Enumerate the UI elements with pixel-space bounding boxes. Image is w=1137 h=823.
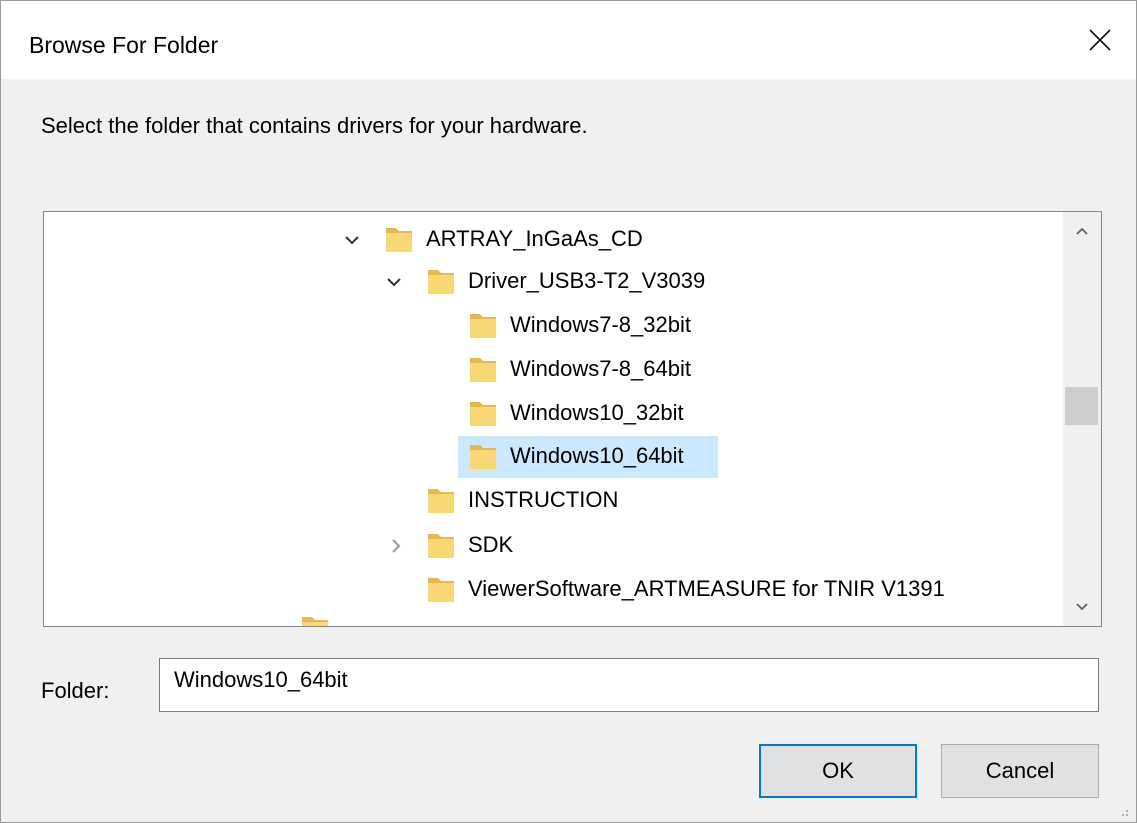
folder-icon — [302, 617, 328, 626]
tree-item[interactable]: ViewerSoftware_ARTMEASURE for TNIR V1391 — [44, 569, 1054, 611]
tree-item-label: Windows7-8_32bit — [510, 312, 691, 337]
browse-for-folder-dialog: Browse For Folder Select the folder that… — [0, 0, 1137, 823]
tree-item[interactable]: Driver_USB3-T2_V3039 — [44, 261, 1054, 303]
folder-icon — [428, 489, 454, 513]
folder-icon — [386, 228, 412, 252]
close-button[interactable] — [1064, 1, 1136, 79]
tree-item[interactable]: INSTRUCTION — [44, 480, 1054, 522]
cancel-button[interactable]: Cancel — [941, 744, 1099, 798]
folder-icon — [470, 358, 496, 382]
folder-field-label: Folder: — [41, 678, 110, 703]
tree-item-label: Windows10_32bit — [510, 400, 684, 425]
tree-item-label: Windows10_64bit — [510, 443, 684, 468]
title-bar: Browse For Folder — [1, 1, 1136, 79]
resize-grip-icon[interactable] — [1116, 804, 1130, 818]
chevron-down-icon[interactable] — [340, 219, 364, 261]
folder-icon — [470, 402, 496, 426]
folder-icon — [470, 314, 496, 338]
tree-item[interactable]: SDK — [44, 525, 1054, 567]
scroll-down-button[interactable] — [1063, 588, 1101, 626]
folder-input[interactable]: Windows10_64bit — [159, 658, 1099, 712]
folder-tree[interactable]: ARTRAY_InGaAs_CD Driver_USB3-T2_V3039 Wi… — [43, 211, 1102, 627]
close-icon — [1089, 29, 1111, 51]
tree-item[interactable]: Windows7-8_64bit — [44, 349, 1054, 391]
tree-item-label: INSTRUCTION — [468, 487, 619, 512]
tree-item-label: SDK — [468, 532, 514, 557]
scroll-up-button[interactable] — [1063, 212, 1101, 250]
tree-item-selected[interactable]: Windows10_64bit — [44, 436, 1054, 478]
tree-item[interactable]: ARTRAY_InGaAs_CD — [44, 219, 1054, 261]
scrollbar-thumb[interactable] — [1065, 387, 1098, 425]
folder-icon — [470, 445, 496, 469]
tree-item[interactable]: Windows7-8_32bit — [44, 305, 1054, 347]
chevron-down-icon[interactable] — [382, 261, 406, 303]
tree-item-label: Driver_USB3-T2_V3039 — [468, 268, 706, 293]
instruction-text: Select the folder that contains drivers … — [41, 113, 588, 138]
folder-icon — [428, 578, 454, 602]
folder-icon — [428, 270, 454, 294]
vertical-scrollbar[interactable] — [1063, 212, 1101, 626]
tree-item-label: Windows7-8_64bit — [510, 356, 691, 381]
tree-item[interactable]: Windows10_32bit — [44, 393, 1054, 435]
chevron-right-icon[interactable] — [384, 525, 408, 567]
ok-button[interactable]: OK — [759, 744, 917, 798]
chevron-up-icon — [1076, 227, 1088, 235]
folder-icon — [428, 534, 454, 558]
chevron-down-icon — [1076, 603, 1088, 611]
tree-item-label: ARTRAY_InGaAs_CD — [426, 226, 643, 251]
tree-item-label: ViewerSoftware_ARTMEASURE for TNIR V1391 — [468, 576, 945, 601]
dialog-title: Browse For Folder — [29, 32, 219, 58]
